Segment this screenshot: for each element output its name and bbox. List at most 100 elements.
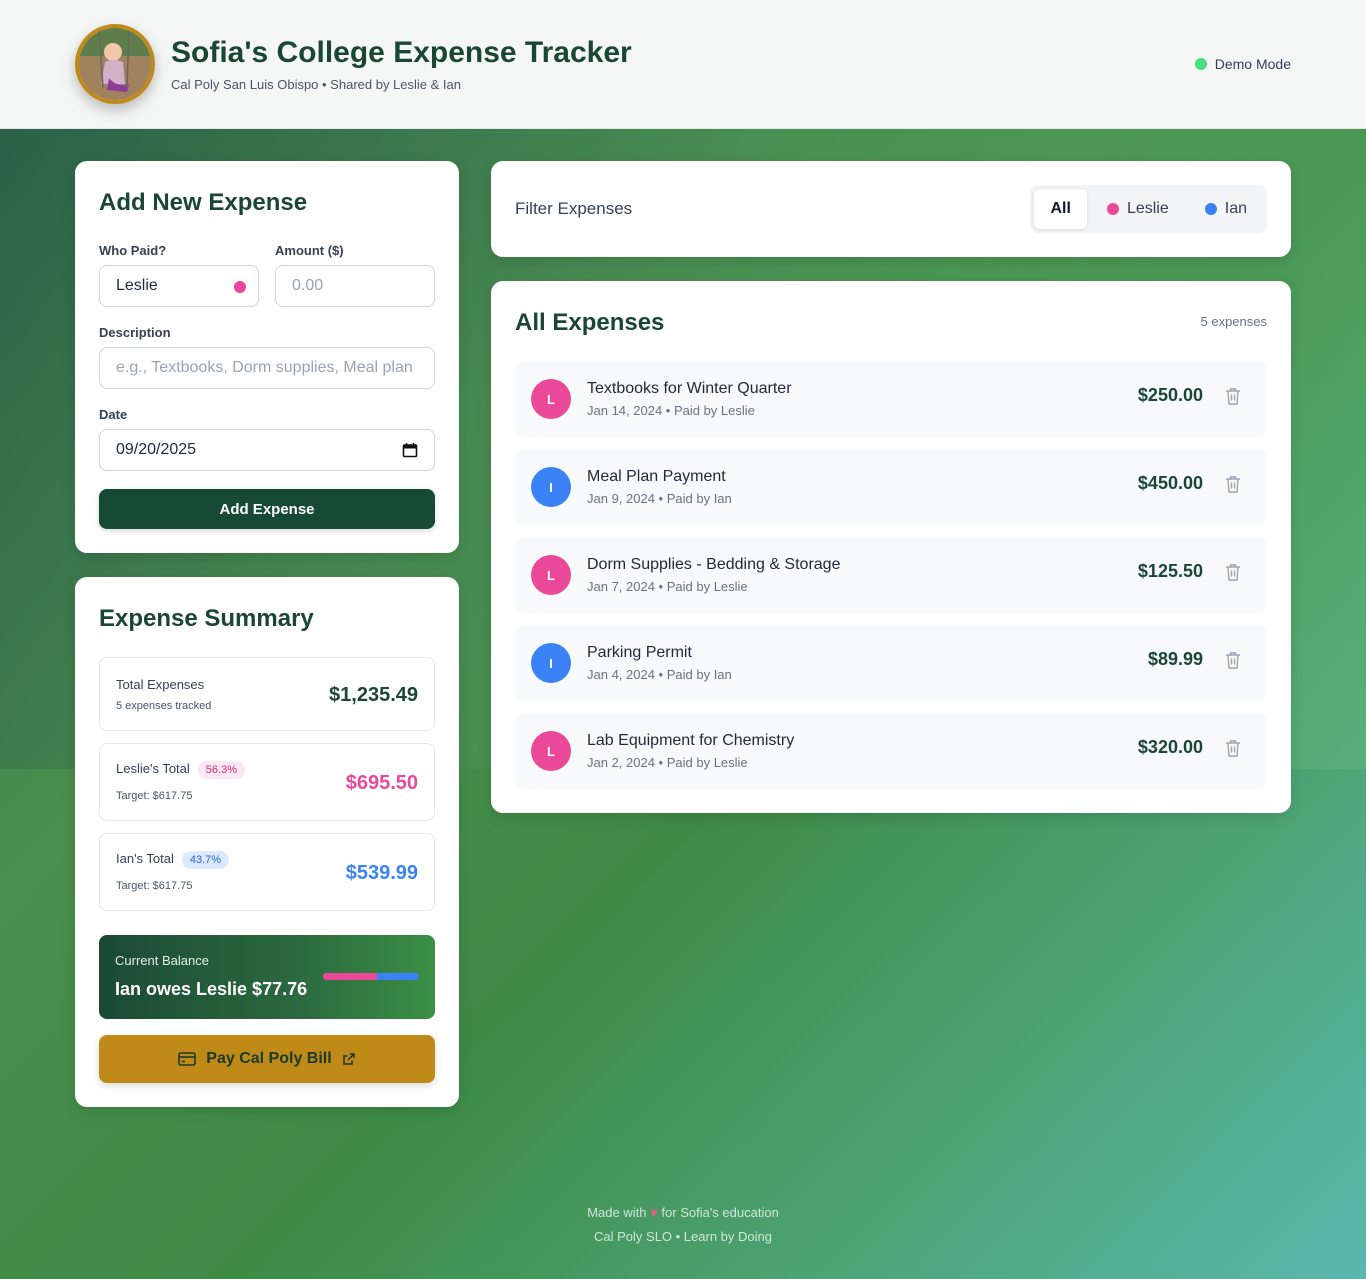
amount-placeholder: 0.00 xyxy=(292,277,324,294)
filter-heading: Filter Expenses xyxy=(515,199,633,218)
footer-line-1: Made with ♥ for Sofia's education xyxy=(0,1205,1366,1220)
tab-all-label: All xyxy=(1050,200,1071,217)
footer-purpose: for Sofia's education xyxy=(661,1205,779,1220)
ian-dot-icon xyxy=(1204,203,1217,215)
trash-icon[interactable] xyxy=(1225,387,1241,405)
list-item: I Meal Plan Payment Jan 9, 2024 • Paid b… xyxy=(515,449,1267,525)
expense-amount: $320.00 xyxy=(1137,737,1203,757)
filter-card: Filter Expenses All Leslie Ian xyxy=(491,161,1291,257)
date-input[interactable]: 09/20/2025 xyxy=(99,429,435,471)
ian-total-value: $539.99 xyxy=(345,862,418,884)
leslie-total-row: Leslie's Total 56.3% xyxy=(116,761,245,779)
tab-ian-label: Ian xyxy=(1224,200,1247,217)
balance-label: Current Balance xyxy=(115,953,209,968)
payer-avatar: L xyxy=(531,731,571,771)
footer-made-with: Made with xyxy=(587,1205,647,1220)
total-expenses-value: $1,235.49 xyxy=(329,684,418,706)
credit-card-icon xyxy=(178,1052,197,1066)
leslie-dot-icon xyxy=(1106,203,1119,215)
description-placeholder: e.g., Textbooks, Dorm supplies, Meal pla… xyxy=(116,359,413,376)
profile-photo xyxy=(79,28,151,100)
who-paid-select[interactable]: Leslie xyxy=(99,265,259,307)
date-value: 09/20/2025 xyxy=(116,441,197,458)
expense-amount: $450.00 xyxy=(1137,473,1203,493)
trash-icon[interactable] xyxy=(1225,563,1241,581)
trash-icon[interactable] xyxy=(1225,651,1241,669)
description-input[interactable]: e.g., Textbooks, Dorm supplies, Meal pla… xyxy=(99,347,435,389)
expense-meta: Jan 2, 2024 • Paid by Leslie xyxy=(587,755,748,770)
list-item: I Parking Permit Jan 4, 2024 • Paid by I… xyxy=(515,625,1267,701)
total-expenses-sub: 5 expenses tracked xyxy=(116,700,212,712)
demo-mode-indicator: Demo Mode xyxy=(1194,56,1291,72)
list-item: L Lab Equipment for Chemistry Jan 2, 202… xyxy=(515,713,1267,789)
expenses-count: 5 expenses xyxy=(1200,314,1268,329)
expenses-list-card: All Expenses 5 expenses L Textbooks for … xyxy=(491,281,1291,813)
avatar xyxy=(75,24,155,104)
expense-summary-card: Expense Summary Total Expenses 5 expense… xyxy=(75,577,459,1107)
expense-title: Lab Equipment for Chemistry xyxy=(587,732,795,749)
add-expense-card: Add New Expense Who Paid? Amount ($) Les… xyxy=(75,161,459,553)
heart-icon: ♥ xyxy=(650,1205,658,1220)
leslie-target: Target: $617.75 xyxy=(116,790,193,802)
ian-total-row: Ian's Total 43.7% xyxy=(116,851,230,869)
expense-amount: $125.50 xyxy=(1137,561,1203,581)
expense-title: Parking Permit xyxy=(587,644,692,661)
expense-title: Meal Plan Payment xyxy=(587,468,726,485)
expense-title: Textbooks for Winter Quarter xyxy=(587,380,792,397)
leslie-total-value: $695.50 xyxy=(345,772,418,794)
total-expenses-label: Total Expenses xyxy=(116,677,205,692)
ian-total-box: Ian's Total 43.7% Target: $617.75 $539.99 xyxy=(99,833,435,911)
payer-avatar: I xyxy=(531,643,571,683)
payer-avatar: L xyxy=(531,555,571,595)
ian-target: Target: $617.75 xyxy=(116,880,193,892)
demo-mode-label: Demo Mode xyxy=(1214,56,1291,72)
tab-leslie-label: Leslie xyxy=(1126,200,1169,217)
total-expenses-box: Total Expenses 5 expenses tracked $1,235… xyxy=(99,657,435,731)
ian-percent-badge: 43.7% xyxy=(181,851,230,869)
expense-amount: $250.00 xyxy=(1137,385,1203,405)
expense-title: Dorm Supplies - Bedding & Storage xyxy=(587,556,841,573)
leslie-total-box: Leslie's Total 56.3% Target: $617.75 $695… xyxy=(99,743,435,821)
tab-all[interactable]: All xyxy=(1034,189,1087,229)
expense-meta: Jan 9, 2024 • Paid by Ian xyxy=(587,491,732,506)
summary-heading: Expense Summary xyxy=(99,605,314,632)
add-expense-button[interactable]: Add Expense xyxy=(99,489,435,529)
amount-label: Amount ($) xyxy=(275,243,344,258)
add-expense-heading: Add New Expense xyxy=(99,189,308,216)
calendar-icon[interactable] xyxy=(402,442,418,458)
external-link-icon xyxy=(342,1053,355,1065)
page-title: Sofia's College Expense Tracker xyxy=(171,36,632,69)
list-item: L Dorm Supplies - Bedding & Storage Jan … xyxy=(515,537,1267,613)
page-subtitle: Cal Poly San Luis Obispo • Shared by Les… xyxy=(171,77,461,92)
expense-meta: Jan 4, 2024 • Paid by Ian xyxy=(587,667,732,682)
current-balance-box: Current Balance Ian owes Leslie $77.76 xyxy=(99,935,435,1019)
ian-total-label: Ian's Total xyxy=(116,851,174,866)
balance-value: Ian owes Leslie $77.76 xyxy=(115,979,308,999)
trash-icon[interactable] xyxy=(1225,475,1241,493)
tab-leslie[interactable]: Leslie xyxy=(1091,189,1185,229)
description-label: Description xyxy=(99,325,171,340)
pay-bill-button[interactable]: Pay Cal Poly Bill xyxy=(99,1035,435,1083)
payer-avatar: I xyxy=(531,467,571,507)
app-header: Sofia's College Expense Tracker Cal Poly… xyxy=(0,0,1366,129)
filter-tabs: All Leslie Ian xyxy=(1030,185,1267,233)
tab-ian[interactable]: Ian xyxy=(1189,189,1263,229)
status-dot-icon xyxy=(1194,58,1207,70)
leslie-total-label: Leslie's Total xyxy=(116,761,190,776)
pay-bill-label: Pay Cal Poly Bill xyxy=(206,1050,332,1067)
amount-input[interactable]: 0.00 xyxy=(275,265,435,307)
balance-split-bar xyxy=(323,973,419,980)
payer-avatar: L xyxy=(531,379,571,419)
list-item: L Textbooks for Winter Quarter Jan 14, 2… xyxy=(515,361,1267,437)
expense-meta: Jan 14, 2024 • Paid by Leslie xyxy=(587,403,755,418)
expenses-list-heading: All Expenses xyxy=(515,309,665,336)
who-paid-value: Leslie xyxy=(116,277,158,294)
expense-amount: $89.99 xyxy=(1147,649,1203,669)
expense-meta: Jan 7, 2024 • Paid by Leslie xyxy=(587,579,748,594)
balance-split-leslie xyxy=(323,973,378,980)
who-paid-label: Who Paid? xyxy=(99,243,167,258)
trash-icon[interactable] xyxy=(1225,739,1241,757)
leslie-dot-icon xyxy=(234,281,246,293)
leslie-percent-badge: 56.3% xyxy=(197,761,245,779)
date-label: Date xyxy=(99,407,128,422)
